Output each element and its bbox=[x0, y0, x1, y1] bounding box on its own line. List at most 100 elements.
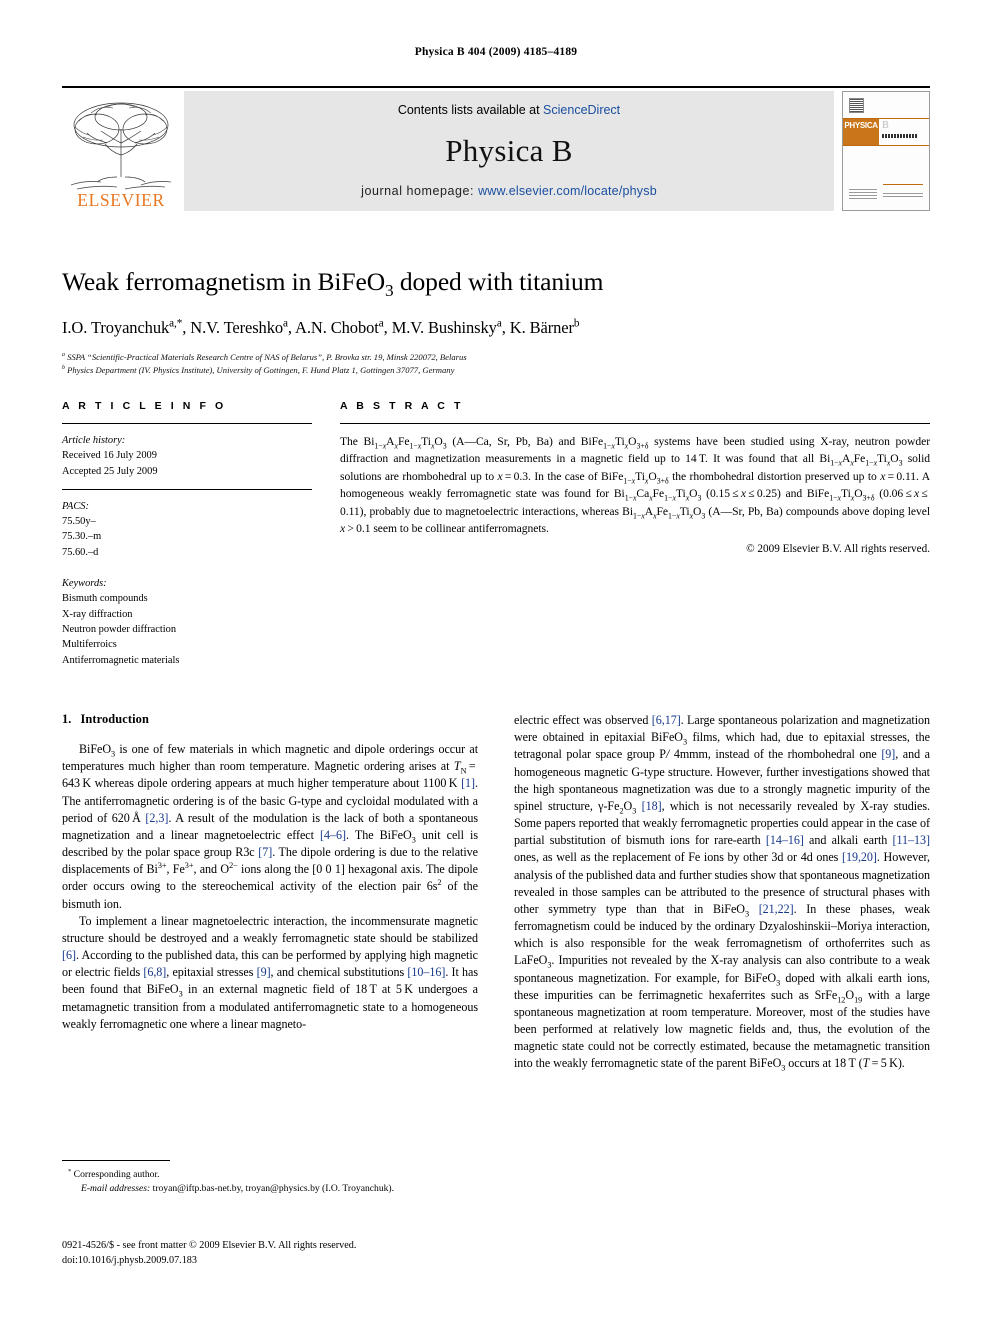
email-label: E-mail addresses: bbox=[81, 1182, 151, 1194]
footnote-rule bbox=[62, 1160, 170, 1161]
article-info-heading: A R T I C L E I N F O bbox=[62, 400, 227, 412]
doi-line[interactable]: doi:10.1016/j.physb.2009.07.183 bbox=[62, 1253, 582, 1268]
citation-ref[interactable]: [6,17] bbox=[652, 713, 681, 727]
asterisk-marker: * bbox=[68, 1167, 72, 1175]
section-number: 1. bbox=[62, 712, 72, 726]
elsevier-tree-icon bbox=[70, 102, 172, 189]
citation-ref[interactable]: [4–6] bbox=[320, 828, 346, 842]
keyword-item: X-ray diffraction bbox=[62, 608, 133, 620]
citation-ref[interactable]: [9] bbox=[881, 747, 895, 761]
keyword-item: Antiferromagnetic materials bbox=[62, 654, 180, 666]
affiliation-b: b Physics Department (IV. Physics Instit… bbox=[62, 364, 930, 376]
elsevier-logo: ELSEVIER bbox=[62, 91, 180, 211]
author-affil-mark: a bbox=[378, 317, 384, 330]
cover-divider-rule bbox=[882, 184, 923, 186]
cover-footer-right-lines bbox=[882, 192, 923, 198]
masthead-center-panel: Contents lists available at ScienceDirec… bbox=[184, 91, 834, 211]
affiliation-b-text: Physics Department (IV. Physics Institut… bbox=[67, 364, 455, 375]
journal-homepage-line: journal homepage: www.elsevier.com/locat… bbox=[361, 184, 657, 198]
body-column-right: electric effect was observed [6,17]. Lar… bbox=[514, 712, 930, 1073]
journal-title: Physica B bbox=[445, 132, 573, 168]
author-affil-mark: a bbox=[283, 317, 288, 330]
contents-available-line: Contents lists available at ScienceDirec… bbox=[398, 103, 620, 117]
article-info-rule-2 bbox=[62, 488, 312, 490]
email-addresses[interactable]: troyan@iftp.bas-net.by, troyan@physics.b… bbox=[153, 1183, 394, 1194]
cover-subtitle-lines bbox=[882, 134, 919, 138]
cover-footer-left-lines bbox=[849, 188, 877, 199]
citation-ref[interactable]: [2,3] bbox=[145, 811, 168, 825]
body-columns: 1. Introduction BiFeO3 is one of few mate… bbox=[62, 712, 930, 1073]
author-affil-mark: a,* bbox=[169, 317, 183, 330]
abstract-heading: A B S T R A C T bbox=[340, 400, 464, 412]
affiliation-list: a SSPA “Scientific-Practical Materials R… bbox=[62, 351, 930, 376]
author-affil-mark: a bbox=[496, 317, 502, 330]
pacs-item: 75.60.–d bbox=[62, 546, 99, 558]
page-title: Weak ferromagnetism in BiFeO3 doped with… bbox=[62, 267, 930, 299]
elsevier-wordmark: ELSEVIER bbox=[77, 189, 165, 210]
body-column-left: 1. Introduction BiFeO3 is one of few mate… bbox=[62, 712, 478, 1073]
author-list: I.O. Troyanchuka,*, N.V. Tereshkoa, A.N.… bbox=[62, 317, 580, 338]
masthead-top-rule bbox=[62, 86, 930, 88]
citation-ref[interactable]: [6] bbox=[62, 948, 76, 962]
pacs-item: 75.50y– bbox=[62, 516, 96, 528]
title-part-1: Weak ferromagnetism in BiFeO bbox=[62, 267, 386, 296]
intro-paragraph-1: BiFeO3 is one of few materials in which … bbox=[62, 742, 479, 911]
citation-ref[interactable]: [9] bbox=[257, 965, 271, 979]
info-abstract-row: A R T I C L E I N F O Article history: R… bbox=[62, 400, 930, 668]
citation-ref[interactable]: [11–13] bbox=[893, 833, 931, 847]
title-block: Weak ferromagnetism in BiFeO3 doped with… bbox=[62, 267, 930, 376]
article-history-label: Article history: bbox=[62, 435, 126, 446]
cover-volume-letter: B bbox=[882, 120, 889, 131]
contents-prefix: Contents lists available at bbox=[397, 103, 544, 117]
author-affil-mark: b bbox=[573, 317, 580, 330]
journal-masthead: ELSEVIER Contents lists available at Sci… bbox=[62, 86, 930, 211]
cover-emblem-icon bbox=[849, 98, 864, 113]
citation-ref[interactable]: [1] bbox=[461, 776, 475, 790]
citation-ref[interactable]: [19,20] bbox=[842, 850, 877, 864]
article-info-column: A R T I C L E I N F O Article history: R… bbox=[62, 400, 312, 668]
sciencedirect-link[interactable]: ScienceDirect bbox=[543, 103, 620, 117]
paper-page: Physica B 404 (2009) 4185–4189 ELSEVIER … bbox=[0, 0, 992, 1323]
body-column-gutter bbox=[478, 712, 514, 1073]
title-part-2: doped with titanium bbox=[393, 267, 604, 296]
abstract-text: The Bi1−xAxFe1−xTixO3 (A—Ca, Sr, Pb, Ba)… bbox=[340, 435, 931, 535]
email-note: E-mail addresses: troyan@iftp.bas-net.by… bbox=[62, 1182, 478, 1196]
intro-paragraph-2: To implement a linear magnetoelectric in… bbox=[62, 913, 478, 1031]
keywords-block: Keywords: Bismuth compounds X-ray diffra… bbox=[62, 576, 312, 668]
cover-physica-wordmark: PHYSICA bbox=[843, 119, 880, 145]
keywords-label: Keywords: bbox=[62, 578, 107, 590]
pacs-item: 75.30.–m bbox=[62, 531, 102, 543]
imprint-block: 0921-4526/$ - see front matter © 2009 El… bbox=[62, 1238, 582, 1269]
history-received: Received 16 July 2009 bbox=[62, 450, 157, 462]
journal-homepage-link[interactable]: www.elsevier.com/locate/physb bbox=[478, 184, 657, 198]
citation-ref[interactable]: [10–16] bbox=[407, 965, 445, 979]
affiliation-a: a SSPA “Scientific-Practical Materials R… bbox=[62, 351, 930, 363]
affiliation-mark-a: a bbox=[62, 352, 65, 359]
footnote-block: * Corresponding author. E-mail addresses… bbox=[62, 1160, 478, 1196]
citation-ref[interactable]: [14–16] bbox=[766, 833, 804, 847]
cover-band-right: B bbox=[879, 119, 929, 145]
column-gutter bbox=[312, 400, 340, 668]
affiliation-mark-b: b bbox=[62, 364, 65, 371]
keyword-item: Multiferroics bbox=[62, 639, 117, 651]
section-heading-introduction: 1. Introduction bbox=[62, 712, 478, 727]
corresponding-author-text: Corresponding author. bbox=[73, 1169, 160, 1180]
abstract-column: A B S T R A C T The Bi1−xAxFe1−xTixO3 (A… bbox=[340, 400, 930, 668]
citation-ref[interactable]: [21,22] bbox=[759, 902, 794, 916]
citation-ref[interactable]: [18] bbox=[642, 799, 662, 813]
homepage-prefix: journal homepage: bbox=[361, 184, 479, 198]
section-label: Introduction bbox=[80, 712, 149, 726]
corresponding-author-note: * Corresponding author. bbox=[62, 1168, 478, 1182]
intro-paragraph-3: electric effect was observed [6,17]. Lar… bbox=[514, 713, 931, 1073]
abstract-copyright: © 2009 Elsevier B.V. All rights reserved… bbox=[746, 543, 930, 556]
keyword-item: Bismuth compounds bbox=[62, 593, 148, 605]
pacs-label: PACS: bbox=[62, 500, 89, 512]
article-history-block: Article history: Received 16 July 2009 A… bbox=[62, 433, 312, 479]
abstract-rule bbox=[340, 423, 930, 424]
journal-cover-thumbnail: PHYSICA B bbox=[842, 91, 930, 211]
issn-line: 0921-4526/$ - see front matter © 2009 El… bbox=[62, 1240, 357, 1251]
citation-ref[interactable]: [6,8] bbox=[143, 965, 166, 979]
running-head: Physica B 404 (2009) 4185–4189 bbox=[414, 46, 578, 58]
citation-ref[interactable]: [7] bbox=[258, 845, 272, 859]
pacs-block: PACS: 75.50y– 75.30.–m 75.60.–d bbox=[62, 499, 312, 560]
